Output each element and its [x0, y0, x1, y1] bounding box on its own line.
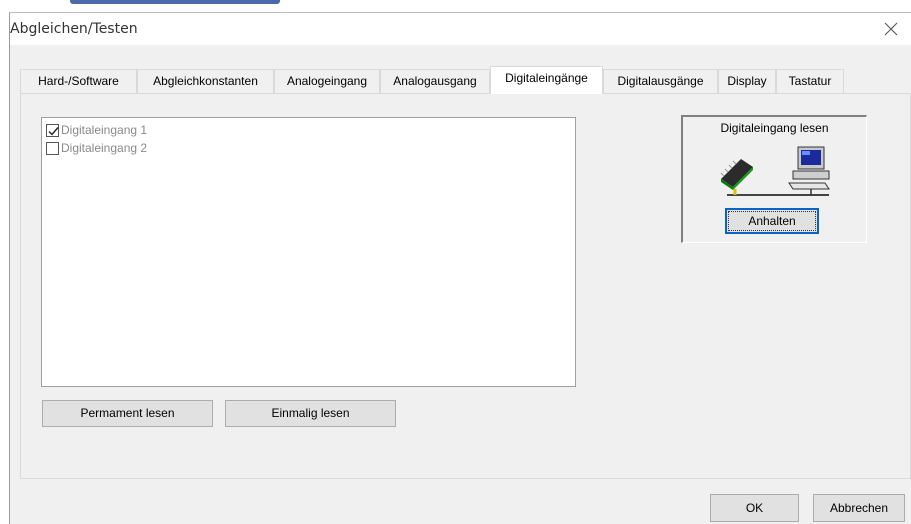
list-item-digitaleingang-1[interactable]: Digitaleingang 1 — [46, 122, 147, 138]
ok-button[interactable]: OK — [710, 494, 799, 522]
tab-tastatur[interactable]: Tastatur — [776, 69, 844, 93]
chip-icon — [720, 159, 753, 195]
close-button[interactable] — [871, 13, 911, 45]
network-diagram — [720, 146, 830, 196]
list-item-label: Digitaleingang 1 — [61, 123, 148, 137]
stop-button[interactable]: Anhalten — [725, 208, 819, 234]
read-digital-input-panel: Digitaleingang lesen Anhalten — [681, 115, 867, 243]
tab-digitaleingaenge[interactable]: Digitaleingänge — [490, 66, 603, 94]
digital-inputs-list[interactable]: Digitaleingang 1 Digitaleingang 2 — [41, 117, 576, 387]
permanent-read-button[interactable]: Permament lesen — [42, 400, 213, 427]
checkmark-icon — [48, 126, 59, 136]
list-item-label: Digitaleingang 2 — [61, 141, 148, 155]
background-window-strip — [0, 0, 911, 12]
cancel-button[interactable]: Abbrechen — [813, 494, 905, 522]
title-bar: Abgleichen/Testen — [10, 13, 911, 45]
background-banner-fragment — [70, 0, 280, 4]
checkbox-digitaleingang-1[interactable] — [46, 123, 59, 137]
tab-hard-software[interactable]: Hard-/Software — [20, 69, 137, 93]
computer-icon — [788, 146, 830, 195]
dialog-window: Abgleichen/Testen Hard-/Software Abgleic… — [9, 12, 911, 524]
read-panel-title: Digitaleingang lesen — [720, 121, 829, 135]
tab-panel-digitaleingaenge: Digitaleingang 1 Digitaleingang 2 Permam… — [20, 93, 911, 479]
tab-digitalausgaenge[interactable]: Digitalausgänge — [603, 69, 718, 93]
tab-analogausgang[interactable]: Analogausgang — [380, 69, 490, 93]
tab-display[interactable]: Display — [718, 69, 776, 93]
tab-abgleichkonstanten[interactable]: Abgleichkonstanten — [137, 69, 274, 93]
tab-analogeingang[interactable]: Analogeingang — [274, 69, 380, 93]
read-once-button[interactable]: Einmalig lesen — [225, 400, 396, 427]
list-item-digitaleingang-2[interactable]: Digitaleingang 2 — [46, 140, 147, 156]
close-icon — [884, 22, 898, 36]
window-title: Abgleichen/Testen — [10, 21, 138, 37]
checkbox-digitaleingang-2[interactable] — [46, 141, 59, 155]
